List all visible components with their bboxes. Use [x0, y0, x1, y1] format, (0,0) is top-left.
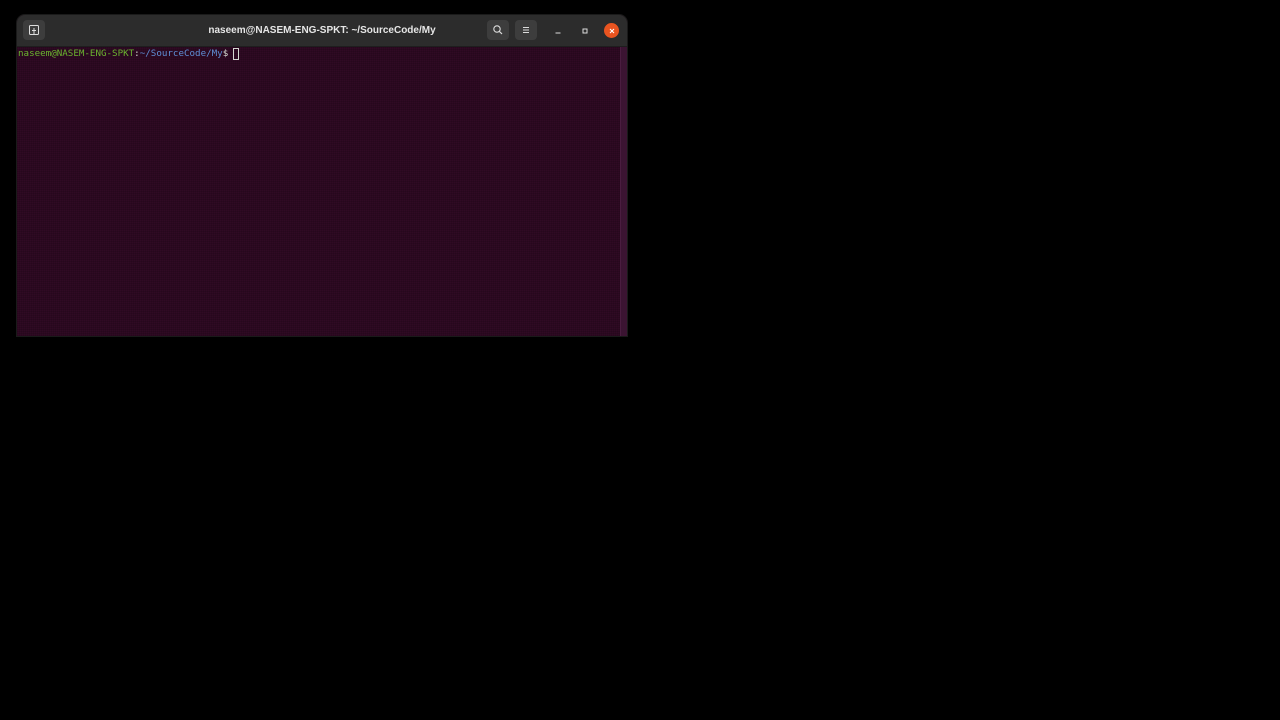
- hamburger-menu-icon: [520, 24, 532, 36]
- titlebar[interactable]: naseem@NASEM-ENG-SPKT: ~/SourceCode/My: [17, 15, 627, 47]
- menu-button[interactable]: [515, 20, 537, 40]
- desktop: naseem@NASEM-ENG-SPKT: ~/SourceCode/My n…: [0, 0, 1280, 720]
- close-button[interactable]: [604, 23, 619, 38]
- terminal-output-area[interactable]: naseem@NASEM-ENG-SPKT: ~/SourceCode/My $: [17, 47, 621, 336]
- scrollbar[interactable]: [620, 47, 627, 336]
- terminal-window: naseem@NASEM-ENG-SPKT: ~/SourceCode/My n…: [17, 15, 627, 336]
- prompt-path: ~/SourceCode/My: [139, 48, 223, 59]
- window-title: naseem@NASEM-ENG-SPKT: ~/SourceCode/My: [208, 25, 436, 36]
- maximize-icon: [580, 21, 590, 40]
- maximize-button[interactable]: [577, 23, 592, 38]
- new-tab-icon: [28, 24, 40, 36]
- minimize-icon: [553, 21, 563, 40]
- new-tab-button[interactable]: [23, 20, 45, 40]
- search-button[interactable]: [487, 20, 509, 40]
- prompt-user-host: naseem@NASEM-ENG-SPKT: [18, 48, 135, 59]
- search-icon: [492, 24, 504, 36]
- prompt-line: naseem@NASEM-ENG-SPKT: ~/SourceCode/My $: [18, 47, 621, 60]
- minimize-button[interactable]: [550, 23, 565, 38]
- text-cursor: [233, 47, 240, 60]
- close-icon: [607, 21, 617, 40]
- prompt-symbol: $: [222, 48, 229, 59]
